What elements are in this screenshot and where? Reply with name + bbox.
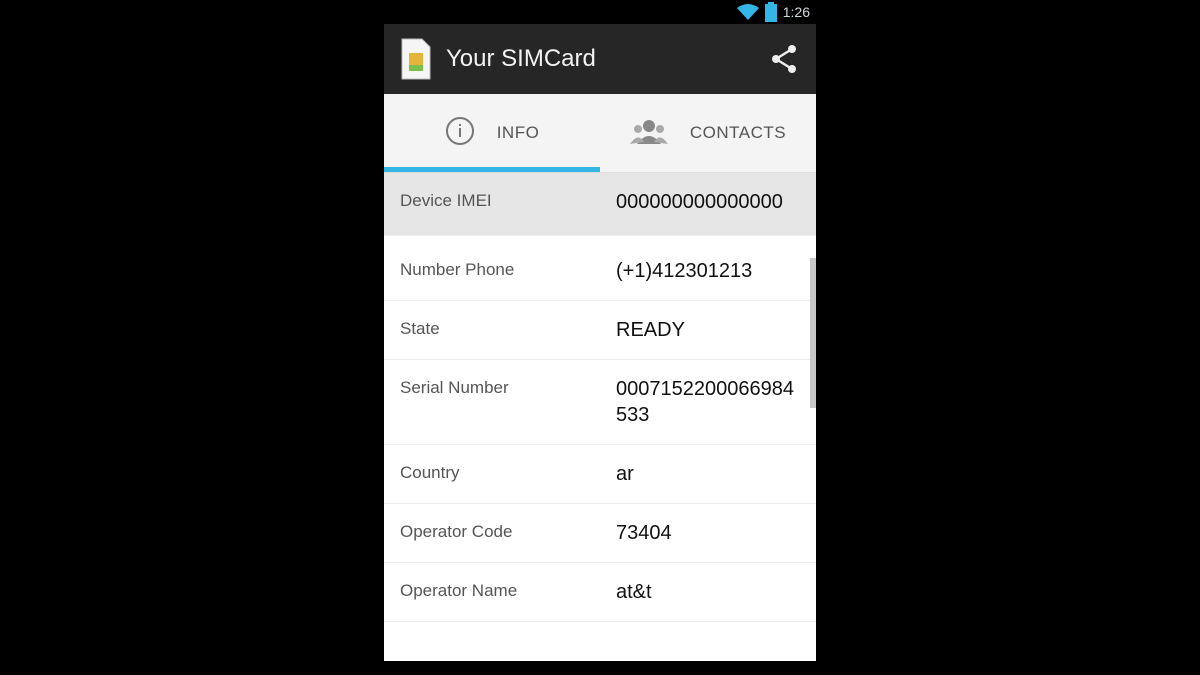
row-value: 000000000000000 [616, 191, 783, 213]
list-item-operator-code[interactable]: Operator Code 73404 [384, 504, 816, 563]
tab-contacts[interactable]: CONTACTS [600, 94, 816, 172]
action-bar: Your SIMCard [384, 24, 816, 94]
tab-label: CONTACTS [689, 123, 787, 142]
row-value: 73404 [616, 522, 672, 544]
battery-icon [764, 2, 777, 22]
list-item-serial-number[interactable]: Serial Number 0007152200066984533 [384, 360, 816, 445]
row-label: Operator Name [400, 581, 518, 600]
share-icon[interactable] [766, 41, 802, 77]
list-item-number-phone[interactable]: Number Phone (+1)412301213 [384, 236, 816, 301]
status-bar: 1:26 [384, 0, 816, 24]
info-icon [445, 116, 475, 151]
row-value: ar [616, 463, 634, 485]
scrollbar[interactable] [810, 258, 816, 408]
row-value: 0007152200066984533 [616, 378, 794, 426]
clock: 1:26 [782, 4, 810, 20]
list-item-country[interactable]: Country ar [384, 445, 816, 504]
tab-bar: INFO CONTACTS [384, 94, 816, 173]
row-label: Country [400, 463, 460, 482]
list-item-state[interactable]: State READY [384, 301, 816, 360]
tab-label: INFO [496, 123, 540, 142]
sim-card-icon [400, 37, 432, 81]
tab-info[interactable]: INFO [384, 94, 600, 172]
list-item-device-imei[interactable]: Device IMEI 000000000000000 [384, 173, 816, 236]
row-value: (+1)412301213 [616, 260, 753, 282]
contacts-icon [629, 116, 668, 151]
row-value: at&t [616, 581, 652, 603]
row-label: Serial Number [400, 378, 509, 397]
app-title: Your SIMCard [446, 45, 596, 72]
sim-info-list: Device IMEI 000000000000000 Number Phone… [384, 173, 816, 622]
row-label: Device IMEI [400, 191, 492, 210]
row-label: Operator Code [400, 522, 513, 541]
row-value: READY [616, 319, 685, 341]
app-screen: Your SIMCard INFO CONTACTS Device IMEI 0… [384, 24, 816, 661]
row-label: Number Phone [400, 260, 515, 279]
row-label: State [400, 319, 440, 338]
wifi-icon [736, 3, 759, 21]
list-item-operator-name[interactable]: Operator Name at&t [384, 563, 816, 622]
